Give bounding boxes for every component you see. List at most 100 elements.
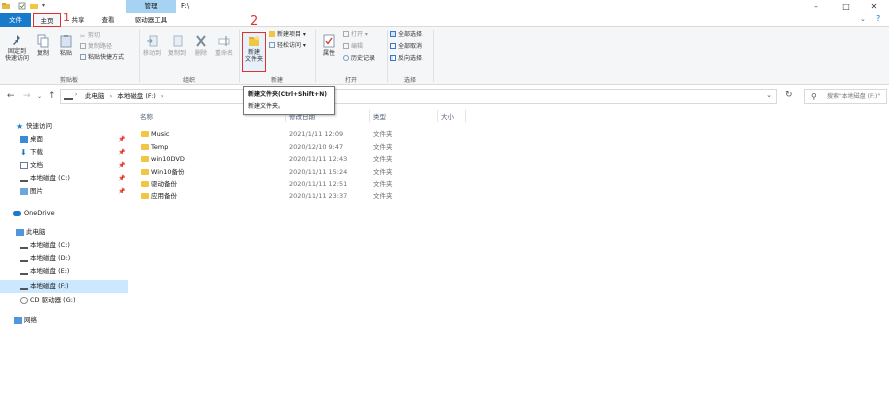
file-row[interactable]: win10DVD 2020/11/11 12:43 文件夹 <box>135 153 465 165</box>
column-size[interactable]: 大小 <box>441 111 454 121</box>
folder-icon <box>141 181 149 187</box>
forward-arrow-icon[interactable]: → <box>23 91 31 101</box>
cd-icon <box>20 297 28 304</box>
folder-icon <box>141 131 149 137</box>
nav-disk-c-quick[interactable]: 本地磁盘 (C:) 📌 <box>0 172 128 185</box>
tab-drive-tools[interactable]: 驱动器工具 <box>126 13 176 27</box>
invert-selection-button[interactable]: 反向选择 <box>390 55 422 63</box>
maximize-button[interactable]: □ <box>831 0 861 13</box>
nav-documents[interactable]: 文档 📌 <box>0 159 128 172</box>
properties-button[interactable]: 属性 <box>319 34 339 57</box>
new-folder-quick-icon[interactable] <box>30 2 38 10</box>
ribbon-collapse-icon[interactable]: ⌄ <box>860 15 866 23</box>
delete-button[interactable]: 删除 <box>192 34 210 57</box>
drive-icon <box>20 255 28 262</box>
history-icon <box>343 55 349 61</box>
nav-pictures[interactable]: 图片 📌 <box>0 185 128 198</box>
paste-shortcut-button[interactable]: 粘贴快捷方式 <box>80 54 124 62</box>
copy-button[interactable]: 复制 <box>33 34 53 57</box>
column-divider[interactable] <box>465 110 466 122</box>
folder-icon <box>141 156 149 162</box>
ribbon-tab-row: 文件 主页 1 共享 查看 驱动器工具 ⌄ ? <box>0 11 889 27</box>
file-row[interactable]: 应用备份 2020/11/11 23:37 文件夹 <box>135 190 465 202</box>
history-button[interactable]: 历史记录 <box>343 55 375 63</box>
quick-access-dropdown-icon[interactable]: ▾ <box>42 2 50 10</box>
delete-x-icon <box>196 35 206 47</box>
nav-desktop[interactable]: 桌面 📌 <box>0 133 128 146</box>
nav-this-pc[interactable]: 此电脑 <box>0 226 128 239</box>
new-folder-icon <box>249 36 259 46</box>
invert-selection-icon <box>390 55 396 61</box>
select-group-label: 选择 <box>403 77 416 84</box>
nav-onedrive[interactable]: OneDrive <box>0 207 128 220</box>
cut-button[interactable]: ✂ 剪切 <box>80 32 100 40</box>
column-type[interactable]: 类型 <box>373 111 386 121</box>
select-none-button[interactable]: 全部取消 <box>390 43 422 51</box>
tooltip-title: 新建文件夹(Ctrl+Shift+N) <box>248 91 327 98</box>
easy-access-button[interactable]: 轻松访问 ▾ <box>269 42 306 50</box>
tab-file[interactable]: 文件 <box>0 13 31 27</box>
move-to-button[interactable]: 移动到 <box>141 34 163 57</box>
nav-quick-access[interactable]: ★ 快速访问 <box>0 120 128 133</box>
close-button[interactable]: ✕ <box>859 0 889 13</box>
nav-disk-d[interactable]: 本地磁盘 (D:) <box>0 252 128 265</box>
edit-icon <box>343 43 349 49</box>
minimize-button[interactable]: – <box>801 0 831 13</box>
explorer-icon[interactable] <box>2 2 10 10</box>
back-arrow-icon[interactable]: ← <box>7 91 15 101</box>
up-arrow-icon[interactable]: ↑ <box>48 91 56 101</box>
tab-view[interactable]: 查看 <box>96 13 120 27</box>
file-row[interactable]: Win10备份 2020/11/11 15:24 文件夹 <box>135 166 465 178</box>
search-input[interactable]: ⚲ 搜索"本地磁盘 (F:)" <box>804 89 887 104</box>
column-divider[interactable] <box>437 110 438 122</box>
select-all-button[interactable]: 全部选择 <box>390 31 422 39</box>
nav-disk-f[interactable]: 本地磁盘 (F:) <box>0 280 128 293</box>
nav-disk-c[interactable]: 本地磁盘 (C:) <box>0 239 128 252</box>
nav-network[interactable]: 网络 <box>0 314 128 327</box>
address-dropdown-icon[interactable]: ⌄ <box>766 91 772 99</box>
copy-to-button[interactable]: 复制到 <box>166 34 188 57</box>
copy-path-button[interactable]: 复制路径 <box>80 43 112 51</box>
new-folder-button[interactable]: 新建 文件夹 <box>243 35 265 63</box>
file-row[interactable]: Temp 2020/12/10 9:47 文件夹 <box>135 141 465 153</box>
drive-icon <box>20 242 28 249</box>
cloud-icon <box>13 211 21 216</box>
star-icon: ★ <box>16 122 24 131</box>
breadcrumb-this-pc[interactable]: 此电脑 <box>85 92 105 100</box>
copy-path-icon <box>80 43 86 49</box>
tooltip-description: 新建文件夹。 <box>248 103 285 110</box>
open-button[interactable]: 打开 ▾ <box>343 31 368 39</box>
column-divider[interactable] <box>369 110 370 122</box>
paste-shortcut-icon <box>80 54 86 60</box>
paste-button[interactable]: 粘贴 <box>56 34 76 57</box>
nav-cd-drive[interactable]: CD 驱动器 (G:) <box>0 294 128 307</box>
column-name[interactable]: 名称 <box>140 111 153 121</box>
copy-icon <box>37 34 49 48</box>
pin-icon: 📌 <box>118 149 126 156</box>
edit-button[interactable]: 编辑 <box>343 43 363 51</box>
pin-quick-access-button[interactable]: 固定到 快速访问 <box>3 34 31 62</box>
easy-access-icon <box>269 42 275 48</box>
window-title: F:\ <box>181 2 190 10</box>
folder-icon <box>141 169 149 175</box>
recent-dropdown-icon[interactable]: ⌄ <box>37 93 42 100</box>
nav-downloads[interactable]: ⬇ 下载 📌 <box>0 146 128 159</box>
file-row[interactable]: 驱动备份 2020/11/11 12:51 文件夹 <box>135 178 465 190</box>
clipboard-group-label: 剪贴板 <box>59 77 78 84</box>
manage-context-tab[interactable]: 管理 <box>126 0 176 13</box>
nav-disk-e[interactable]: 本地磁盘 (E:) <box>0 265 128 278</box>
file-row[interactable]: Music 2021/1/11 12:09 文件夹 <box>135 128 465 140</box>
properties-quick-icon[interactable] <box>18 2 26 10</box>
new-item-button[interactable]: 新建项目 ▾ <box>269 31 306 39</box>
pin-icon: 📌 <box>118 162 126 169</box>
tab-home[interactable]: 主页 <box>33 13 61 27</box>
help-icon[interactable]: ? <box>876 14 880 23</box>
copy-to-icon <box>173 35 183 47</box>
title-bar: ▾ 管理 F:\ – □ ✕ <box>0 0 889 13</box>
rename-button[interactable]: 重命名 <box>213 34 235 57</box>
address-bar[interactable]: › 此电脑 › 本地磁盘 (F:) › ⌄ <box>60 89 777 104</box>
breadcrumb-disk-f[interactable]: 本地磁盘 (F:) <box>117 92 156 100</box>
folder-icon <box>141 193 149 199</box>
refresh-icon[interactable]: ↻ <box>785 90 793 100</box>
tab-share[interactable]: 共享 <box>66 13 90 27</box>
